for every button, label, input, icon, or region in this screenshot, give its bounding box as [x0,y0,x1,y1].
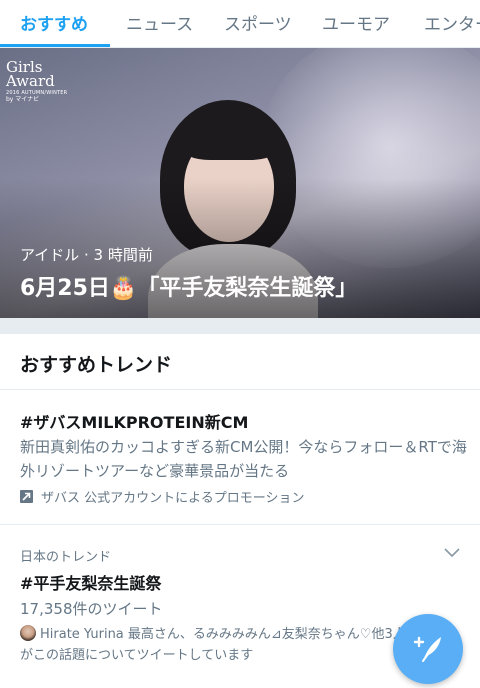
featured-story-card[interactable]: Girls Award 2016 AUTUMN/WINTER by マイナビ ア… [0,48,480,318]
compose-tweet-button[interactable] [393,614,463,684]
tab-recommended[interactable]: おすすめ [20,10,88,35]
active-tab-indicator [0,44,110,47]
tab-news[interactable]: ニュース [126,10,193,35]
trend-hashtag: #平手友梨奈生誕祭 [20,574,162,593]
promoted-description: 新田真剣佑のカッコよすぎる新CM公開！今ならフォロー＆RTで海外リゾートツアーな… [20,438,467,480]
tab-entertainment[interactable]: エンター [424,10,480,35]
event-logo: Girls Award 2016 AUTUMN/WINTER by マイナビ [6,58,68,104]
promoted-trend-item[interactable]: #ザバスMILKPROTEIN新CM 新田真剣佑のカッコよすぎる新CM公開！今な… [0,391,480,525]
promoted-arrow-icon [20,490,33,503]
promoted-hashtag: #ザバスMILKPROTEIN新CM [20,413,249,432]
section-title: おすすめトレンド [20,354,173,376]
explore-tab-bar: おすすめ ニュース スポーツ ユーモア エンター [0,0,480,48]
trends-section-header: おすすめトレンド [0,334,480,390]
avatar [20,625,36,641]
story-category-time: アイドル · 3 時間前 [20,246,153,264]
tab-sports[interactable]: スポーツ [224,10,292,35]
story-title: 6月25日🎂「平手友梨奈生誕祭」 [20,276,358,301]
promoted-by-text: ザバス 公式アカウントによるプロモーション [41,491,305,506]
trend-location: 日本のトレンド [20,550,112,565]
trend-tweet-count: 17,358件のツイート [20,600,163,618]
tab-humor[interactable]: ユーモア [322,10,390,35]
trend-context-text: Hirate Yurina 最高さん、るみみみみん⊿友梨奈ちゃん♡他3人がこの話… [20,627,406,663]
section-divider [0,318,480,334]
chevron-down-icon[interactable] [444,548,460,558]
compose-tweet-icon [413,636,441,662]
promoted-label: ザバス 公式アカウントによるプロモーション [20,487,304,506]
trend-context: Hirate Yurina 最高さん、るみみみみん⊿友梨奈ちゃん♡他3人がこの話… [20,624,410,666]
